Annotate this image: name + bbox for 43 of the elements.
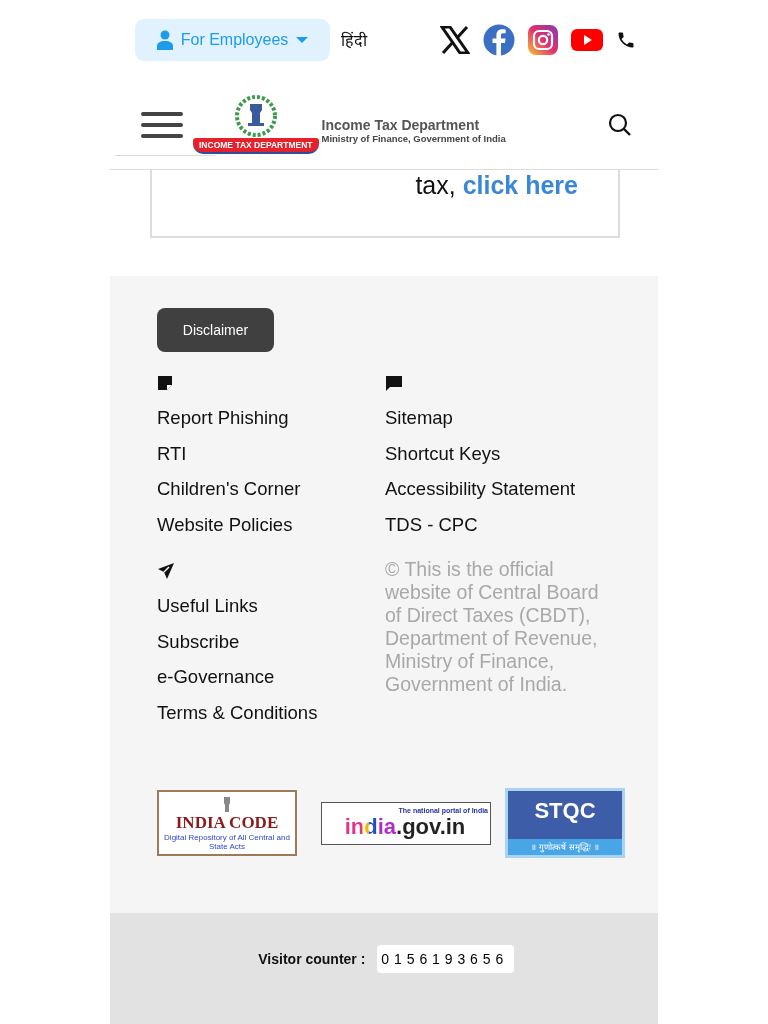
copyright-text: © This is the official website of Central Board of Direct Taxes (CBDT), Department of Revenue, Ministry of Finance, Government of India.	[385, 558, 600, 697]
emblem-icon	[221, 795, 233, 814]
logo-title: india.gov.in	[344, 815, 466, 839]
chat-icon	[385, 375, 403, 391]
language-link[interactable]: हिंदी	[341, 29, 367, 51]
logo-title: INDIA CODE	[175, 813, 279, 832]
footer-link[interactable]: Sitemap	[385, 400, 453, 436]
footer-link[interactable]: Report Phishing	[157, 400, 289, 436]
search-icon[interactable]	[608, 112, 632, 137]
partner-logo[interactable]: STQC ॥ गुणोत्कर्षे समृद्धिः ॥	[505, 788, 625, 858]
counter-label: Visitor counter :	[258, 950, 366, 969]
click-here-link[interactable]: click here	[462, 171, 578, 199]
logo-title: STQC	[534, 799, 596, 823]
ribbon-label: INCOME TAX DEPARTMENT	[193, 138, 319, 154]
partner-logo[interactable]: INDIA CODE Digital Repository of All Central and State Acts	[157, 790, 297, 856]
send-icon	[157, 563, 175, 579]
footer-link[interactable]: Shortcut Keys	[385, 435, 501, 471]
emblem-icon	[234, 95, 277, 137]
youtube-icon[interactable]	[571, 29, 603, 51]
person-icon	[156, 30, 173, 50]
notice-text: tax, click here	[415, 171, 578, 201]
logo-tagline: Digital Repository of All Central and State Acts	[163, 832, 291, 851]
x-icon[interactable]	[440, 26, 470, 54]
footer-link[interactable]: Terms & Conditions	[157, 694, 318, 730]
footer-link[interactable]: Accessibility Statement	[385, 471, 576, 507]
menu-icon[interactable]	[141, 111, 183, 138]
caret-icon	[296, 37, 309, 43]
disclaimer-button[interactable]: Disclaimer	[157, 308, 274, 352]
note-icon	[157, 375, 173, 391]
instagram-icon[interactable]	[528, 25, 558, 55]
visitor-count: 0 1 5 6 1 9 3 6 5 6	[377, 945, 514, 973]
footer-link[interactable]: Children's Corner	[157, 471, 301, 507]
footer-link[interactable]: TDS - CPC	[385, 506, 478, 542]
footer-link[interactable]: e-Governance	[157, 659, 275, 695]
logo-tagline: ॥ गुणोत्कर्षे समृद्धिः ॥	[508, 839, 622, 855]
facebook-icon[interactable]	[483, 24, 515, 56]
footer-link[interactable]: RTI	[157, 435, 187, 471]
site-subtitle: Ministry of Finance, Government of India	[321, 133, 506, 144]
footer-link[interactable]: Subscribe	[157, 623, 240, 659]
footer-link[interactable]: Website Policies	[157, 506, 293, 542]
footer-link[interactable]: Useful Links	[157, 588, 258, 624]
site-title: Income Tax Department	[321, 117, 481, 133]
phone-icon[interactable]	[616, 30, 636, 50]
